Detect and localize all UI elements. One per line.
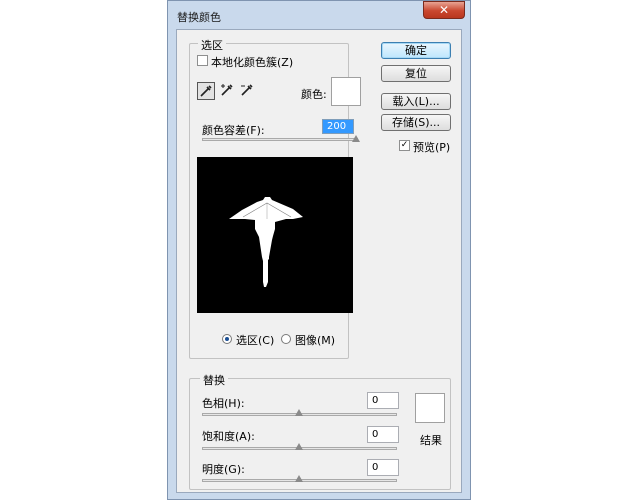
- eyedropper-tool-button[interactable]: [197, 82, 215, 100]
- lightness-input[interactable]: 0: [367, 459, 399, 476]
- localized-clusters-label: 本地化颜色簇(Z): [211, 56, 294, 69]
- tolerance-input[interactable]: 200: [322, 119, 354, 134]
- localized-clusters-checkbox[interactable]: [197, 55, 208, 66]
- preview-checkbox[interactable]: ✓: [399, 140, 410, 151]
- dialog-client: 选区 本地化颜色簇(Z) 颜色: 颜色容差(F): 200 选区(C) 图像(M…: [176, 29, 462, 493]
- replace-legend: 替换: [200, 372, 228, 388]
- hue-label: 色相(H):: [202, 397, 245, 410]
- lightness-label: 明度(G):: [202, 463, 245, 476]
- selection-mask-shape: [229, 197, 303, 287]
- selection-legend: 选区: [198, 37, 226, 53]
- eyedropper-plus-icon: [221, 84, 233, 96]
- selection-preview[interactable]: [197, 157, 353, 313]
- result-label: 结果: [420, 434, 442, 447]
- hue-slider-thumb[interactable]: [295, 409, 303, 416]
- eyedropper-minus-icon: [241, 84, 253, 96]
- checkmark-icon: ✓: [400, 140, 409, 150]
- eyedropper-minus-tool-button[interactable]: [239, 82, 257, 100]
- result-color-swatch[interactable]: [415, 393, 445, 423]
- eyedropper-icon: [200, 85, 212, 97]
- color-label: 颜色:: [301, 88, 327, 101]
- hue-input[interactable]: 0: [367, 392, 399, 409]
- reset-button[interactable]: 复位: [381, 65, 451, 82]
- preview-label: 预览(P): [413, 141, 451, 154]
- selection-radio-label: 选区(C): [236, 334, 275, 347]
- saturation-slider-thumb[interactable]: [295, 443, 303, 450]
- close-icon: ✕: [438, 3, 450, 17]
- close-button[interactable]: ✕: [423, 1, 465, 19]
- saturation-input[interactable]: 0: [367, 426, 399, 443]
- replace-color-dialog: 替换颜色 ✕ 选区 本地化颜色簇(Z) 颜色: 颜色容差(F): 200 选区(…: [167, 0, 471, 500]
- tolerance-label: 颜色容差(F):: [202, 124, 265, 137]
- selection-radio[interactable]: [222, 334, 232, 344]
- window-title: 替换颜色: [177, 11, 221, 24]
- lightness-slider-thumb[interactable]: [295, 475, 303, 482]
- image-radio-label: 图像(M): [295, 334, 336, 347]
- save-button[interactable]: 存储(S)...: [381, 114, 451, 131]
- image-radio[interactable]: [281, 334, 291, 344]
- title-bar[interactable]: 替换颜色 ✕: [168, 1, 470, 29]
- selection-color-swatch[interactable]: [331, 77, 361, 106]
- tolerance-slider-thumb[interactable]: [352, 135, 360, 142]
- tolerance-slider-track[interactable]: [202, 138, 358, 141]
- ok-button[interactable]: 确定: [381, 42, 451, 59]
- eyedropper-plus-tool-button[interactable]: [219, 82, 237, 100]
- load-button[interactable]: 载入(L)...: [381, 93, 451, 110]
- saturation-label: 饱和度(A):: [202, 430, 255, 443]
